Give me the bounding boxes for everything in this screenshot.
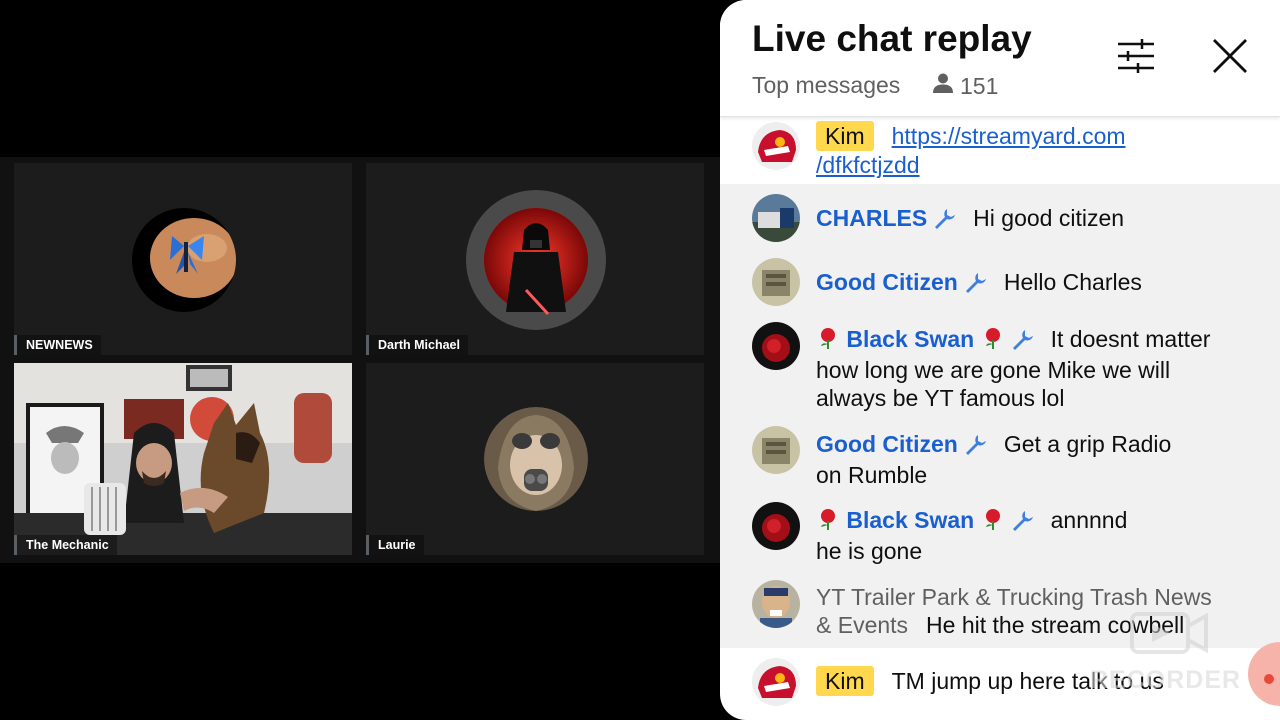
filter-settings-button[interactable] (1114, 36, 1158, 80)
author-name[interactable]: CHARLES (816, 205, 956, 231)
chat-message: Good Citizen Hello Charles (720, 256, 1280, 308)
person-icon (932, 72, 954, 100)
wrench-icon (1011, 328, 1033, 356)
wrench-icon (964, 433, 986, 461)
screen-recorder-watermark: RECORDER (1090, 610, 1260, 700)
author-name[interactable]: Good Citizen (816, 269, 986, 295)
message-link-continued[interactable]: /dfkfctjzdd (816, 152, 920, 178)
video-camera-icon (1130, 610, 1210, 661)
participant-tile-newnews[interactable]: NEWNEWS (14, 163, 352, 355)
avatar (752, 194, 800, 242)
rose-icon (816, 326, 840, 356)
participant-tile-the-mechanic[interactable]: The Mechanic (14, 363, 352, 555)
wrench-icon (933, 207, 956, 235)
author-name-badge[interactable]: Kim (816, 666, 874, 696)
message-text-continued: on Rumble (816, 462, 928, 488)
message-link[interactable]: https://streamyard.com (892, 123, 1126, 149)
close-chat-button[interactable] (1208, 36, 1252, 80)
chat-message: Kim https://streamyard.com /dfkfctjzdd (720, 116, 1280, 184)
participant-avatar (132, 208, 236, 312)
participant-name: Laurie (366, 535, 424, 555)
message-text: Hi good citizen (973, 205, 1125, 231)
sliders-icon (1116, 38, 1156, 79)
participant-name: Darth Michael (366, 335, 468, 355)
viewer-count-value: 151 (960, 72, 999, 99)
wrench-icon (964, 271, 986, 299)
avatar (752, 580, 800, 628)
author-name[interactable]: Good Citizen (816, 431, 986, 457)
chat-message: Good Citizen Get a grip Radio on Rumble (720, 426, 1280, 492)
participant-tile-darth-michael[interactable]: Darth Michael (366, 163, 704, 355)
chat-message: CHARLES Hi good citizen (720, 192, 1280, 244)
author-name-continued[interactable]: & Events (816, 612, 908, 638)
participant-name: NEWNEWS (14, 335, 101, 355)
chat-message: Black Swan annnnd he is gone (720, 502, 1280, 568)
live-chat-panel: Live chat replay Top messages 151 Kim ht… (720, 0, 1280, 720)
avatar (752, 258, 800, 306)
watermark-text: RECORDER (1090, 666, 1242, 694)
camera-feed (14, 363, 352, 555)
rose-icon (981, 326, 1005, 356)
chat-filter-label[interactable]: Top messages (752, 72, 900, 99)
avatar (752, 502, 800, 550)
participant-avatar (484, 407, 588, 511)
message-text: annnnd (1050, 507, 1128, 533)
avatar (752, 658, 800, 706)
chat-title: Live chat replay (752, 18, 1032, 59)
author-name[interactable]: YT Trailer Park & Trucking Trash News (816, 584, 1212, 610)
rose-icon (981, 507, 1005, 537)
avatar (752, 322, 800, 370)
author-name[interactable]: Black Swan (816, 507, 1033, 533)
video-grid: NEWNEWS Darth Michael The Mechanic Lauri… (0, 157, 720, 563)
chat-header: Live chat replay Top messages 151 (720, 0, 1280, 117)
record-dot-icon (1264, 674, 1274, 684)
rose-icon (816, 507, 840, 537)
author-name[interactable]: Black Swan (816, 326, 1033, 352)
message-text: Get a grip Radio (1003, 431, 1172, 457)
message-text-continued: he is gone (816, 538, 923, 564)
author-name-badge[interactable]: Kim (816, 121, 874, 151)
message-text-continued: how long we are gone Mike we will (816, 357, 1171, 383)
message-text: Hello Charles (1003, 269, 1142, 295)
close-icon (1211, 37, 1249, 80)
participant-tile-laurie[interactable]: Laurie (366, 363, 704, 555)
avatar (752, 122, 800, 170)
participant-avatar (466, 190, 606, 330)
message-text: It doesnt matter (1050, 326, 1211, 352)
viewer-count: 151 (932, 72, 998, 100)
participant-name: The Mechanic (14, 535, 117, 555)
wrench-icon (1011, 509, 1033, 537)
message-text-continued: always be YT famous lol (816, 385, 1065, 411)
avatar (752, 426, 800, 474)
chat-message: Black Swan It doesnt matter how long we … (720, 320, 1280, 416)
